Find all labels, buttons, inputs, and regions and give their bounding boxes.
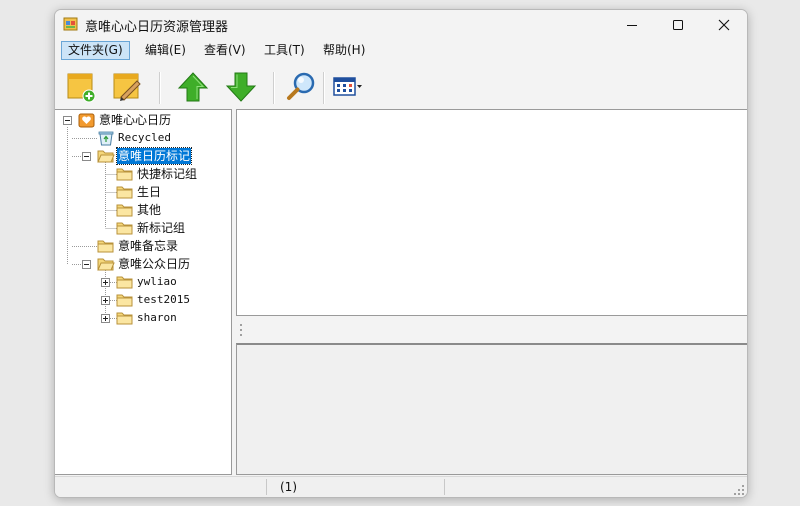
folder-icon — [116, 312, 133, 325]
expand-icon[interactable] — [101, 278, 110, 287]
folder-icon — [116, 204, 133, 217]
search-icon — [287, 72, 315, 100]
arrow-down-icon — [225, 72, 257, 102]
window-title: 意唯心心日历资源管理器 — [85, 20, 229, 35]
menu-tools[interactable]: 工具(T) — [258, 41, 311, 60]
new-note-icon — [67, 73, 96, 103]
close-icon — [718, 19, 730, 31]
status-divider — [266, 479, 267, 495]
menu-folder[interactable]: 文件夹(G) — [61, 41, 130, 60]
toolbar-separator — [323, 72, 325, 104]
menu-view[interactable]: 查看(V) — [198, 41, 252, 60]
status-count: (1) — [280, 480, 297, 494]
resize-grip-icon[interactable] — [733, 484, 745, 496]
tree-node-label: 生日 — [137, 185, 162, 199]
arrow-up-icon — [177, 72, 209, 102]
recycle-bin-icon — [98, 131, 114, 146]
move-up-button[interactable] — [173, 67, 213, 107]
folder-icon — [116, 168, 133, 181]
menu-edit[interactable]: 编辑(E) — [139, 41, 192, 60]
edit-note-icon — [113, 73, 141, 101]
tree-node-label: 快捷标记组 — [137, 167, 198, 181]
maximize-icon — [673, 20, 683, 30]
tree-node-label: 其他 — [137, 203, 162, 217]
preview-pane[interactable] — [236, 343, 747, 475]
folder-icon — [116, 222, 133, 235]
tree-node-label: Recycled — [118, 131, 171, 144]
grip-icon — [240, 324, 242, 336]
tree-node-label: 意唯备忘录 — [118, 239, 179, 253]
folder-icon — [116, 276, 133, 289]
toolbar-separator — [159, 72, 161, 104]
tree-node-label: 意唯公众日历 — [118, 257, 191, 271]
collapse-icon[interactable] — [82, 152, 91, 161]
tree-node-label: ywliao — [137, 275, 177, 288]
menu-help[interactable]: 帮助(H) — [317, 41, 371, 60]
menu-bar: 文件夹(G) 编辑(E) 查看(V) 工具(T) 帮助(H) — [55, 40, 747, 62]
toolbar — [55, 64, 747, 110]
title-bar: 意唯心心日历资源管理器 — [55, 10, 747, 40]
folder-icon — [116, 294, 133, 307]
explorer-window: 意唯心心日历资源管理器 文件夹(G) 编辑(E) 查看(V) 工具(T) 帮助(… — [54, 9, 748, 498]
move-down-button[interactable] — [221, 67, 261, 107]
app-icon — [63, 16, 79, 32]
expand-icon[interactable] — [101, 314, 110, 323]
folder-icon — [116, 186, 133, 199]
folder-open-icon — [97, 258, 115, 271]
view-mode-button[interactable] — [327, 67, 367, 107]
folder-open-icon — [97, 150, 115, 163]
folder-tree[interactable]: 意唯心心日历 Recycled 意唯日历标记 快捷标记组 生日 其他 新标记组 … — [55, 109, 232, 475]
item-list-pane[interactable] — [236, 109, 747, 316]
expand-icon[interactable] — [101, 296, 110, 305]
maximize-button[interactable] — [655, 10, 701, 40]
status-bar: (1) — [55, 476, 747, 497]
tree-node-label: test2015 — [137, 293, 190, 306]
tree-node-label: 新标记组 — [137, 221, 186, 235]
folder-icon — [97, 240, 114, 253]
view-grid-icon — [333, 77, 362, 96]
edit-note-button[interactable] — [107, 67, 147, 107]
collapse-icon[interactable] — [63, 116, 72, 125]
minimize-icon — [627, 25, 637, 26]
status-divider — [444, 479, 445, 495]
close-button[interactable] — [701, 10, 747, 40]
tree-node-label: 意唯心心日历 — [99, 113, 172, 127]
search-button[interactable] — [281, 67, 321, 107]
new-note-button[interactable] — [61, 67, 101, 107]
minimize-button[interactable] — [609, 10, 655, 40]
tree-node-label: 意唯日历标记 — [115, 147, 193, 165]
collapse-icon[interactable] — [82, 260, 91, 269]
tree-node-label: sharon — [137, 311, 177, 324]
calendar-heart-icon — [78, 113, 95, 128]
toolbar-separator — [273, 72, 275, 104]
horizontal-splitter[interactable] — [236, 317, 747, 343]
